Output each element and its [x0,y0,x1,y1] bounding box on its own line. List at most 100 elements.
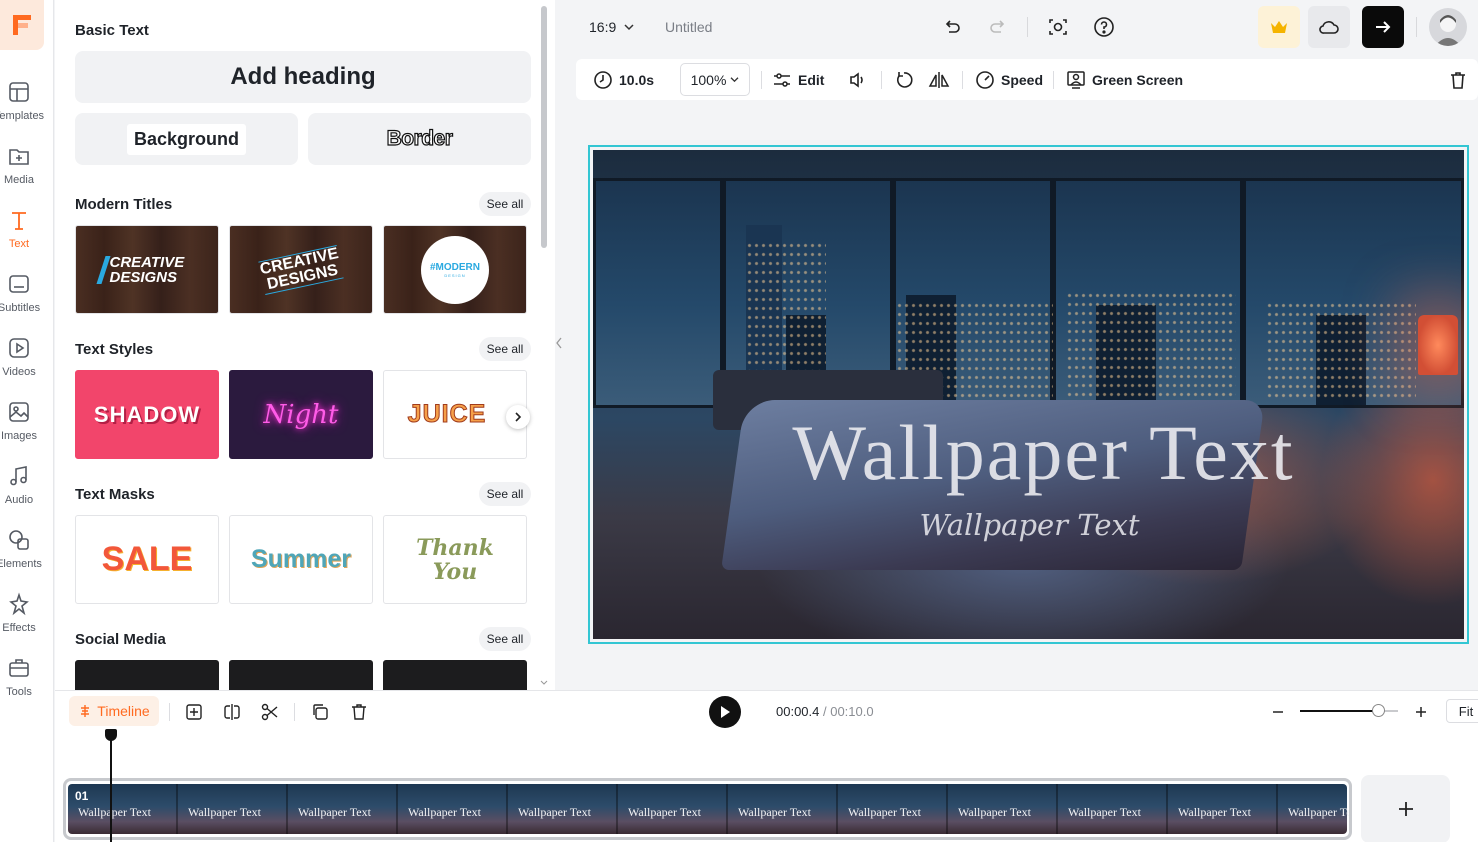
text-style-tile-shadow[interactable]: SHADOW [75,370,219,459]
video-clip[interactable]: 01 Wallpaper Text Wallpaper Text Wallpaper… [63,778,1352,840]
duplicate-button[interactable] [307,699,333,725]
delete-button[interactable] [346,699,372,725]
split-icon [224,704,240,720]
social-media-tile-3[interactable] [383,660,527,690]
redo-button[interactable] [985,14,1011,40]
templates-icon [9,82,29,102]
tile-text: #MODERN [429,261,480,273]
divider [294,703,295,721]
play-icon [721,706,730,718]
text-mask-tile-thankyou[interactable]: Thank You [383,515,527,604]
panel-scrollbar[interactable] [541,6,547,248]
duration-button[interactable]: 10.0s [593,59,654,100]
rail-audio[interactable]: Audio [0,462,54,522]
rail-elements[interactable]: Elements [0,526,54,586]
minus-icon [1273,711,1283,713]
green-screen-button[interactable]: Green Screen [1066,59,1183,100]
divider [761,71,762,89]
avatar[interactable] [1429,8,1467,46]
divider [1027,17,1028,37]
rotate-button[interactable] [894,59,914,100]
add-track-button[interactable] [181,699,207,725]
rail-label: Text [8,238,30,250]
redo-icon [990,20,1005,33]
zoom-select[interactable]: 100% [680,63,750,96]
rail-tools[interactable]: Tools [0,654,54,714]
text-mask-tile-sale[interactable]: SALE [75,515,219,604]
rail-videos[interactable]: Videos [0,334,54,394]
modern-titles-see-all[interactable]: See all [479,192,531,216]
zoom-out-button[interactable] [1265,699,1291,725]
clip-frame-label: Wallpaper Text [408,805,481,819]
chevron-right-icon [515,412,522,422]
rail-label: Images [0,430,38,442]
screen-capture-button[interactable] [1045,14,1071,40]
tile-text: SALE [101,540,193,578]
modern-title-tile-3[interactable]: #MODERN DESIGN [383,225,527,314]
premium-button[interactable] [1258,6,1300,48]
effects-icon [9,592,29,616]
divider [1416,17,1417,37]
cut-button[interactable] [257,699,283,725]
timeline-zoom-slider[interactable] [1300,704,1398,717]
add-heading-button[interactable]: Add heading [75,51,531,103]
social-media-tile-1[interactable] [75,660,219,690]
plus-icon [1398,802,1413,816]
modern-title-tile-2[interactable]: CREATIVE DESIGNS [229,225,373,314]
rail-effects[interactable]: Effects [0,590,54,650]
divider [169,703,170,721]
background-text-button[interactable]: Background [75,113,298,165]
undo-button[interactable] [939,14,965,40]
delete-clip-button[interactable] [1448,59,1468,100]
cloud-save-button[interactable] [1308,6,1350,48]
modern-title-tile-1[interactable]: CREATIVE DESIGNS [75,225,219,314]
text-styles-see-all[interactable]: See all [479,337,531,361]
export-button[interactable] [1362,6,1404,48]
total-time: 00:10.0 [830,704,874,719]
volume-button[interactable] [848,59,868,100]
canvas-heading-text[interactable]: Wallpaper Text [593,408,1464,498]
play-button[interactable] [709,696,741,728]
clip-frame-label: Wallpaper Text [848,805,921,819]
rail-subtitles[interactable]: Subtitles [0,270,54,330]
text-style-tile-night[interactable]: Night [229,370,373,459]
playhead[interactable] [110,735,112,842]
help-icon [1094,17,1114,37]
split-button[interactable] [219,699,245,725]
zoom-in-button[interactable] [1408,699,1434,725]
fit-button[interactable]: Fit [1446,699,1478,723]
clip-frame-label: Wallpaper Text [1178,805,1251,819]
text-masks-see-all[interactable]: See all [479,482,531,506]
project-name[interactable]: Untitled [665,19,712,35]
text-styles-next-button[interactable] [506,405,530,429]
clip-frame-label: Wallpaper Text [958,805,1031,819]
rail-images[interactable]: Images [0,398,54,458]
help-button[interactable] [1091,14,1117,40]
social-media-tile-2[interactable] [229,660,373,690]
city-lights [1066,291,1236,401]
text-styles-title: Text Styles [75,341,154,358]
aspect-ratio-select[interactable]: 16:9 [589,19,634,35]
add-clip-button[interactable] [1361,775,1450,842]
app-logo[interactable] [0,0,44,50]
flip-button[interactable] [928,59,950,100]
edit-button[interactable]: Edit [772,59,824,100]
clip-frame-label: Wallpaper Text [298,805,371,819]
border-text-button[interactable]: Border [308,113,531,165]
rail-text[interactable]: Text [0,206,54,266]
zoom-slider-handle[interactable] [1372,704,1386,717]
canvas-subheading-text[interactable]: Wallpaper Text [593,508,1464,542]
collapse-panel-icon[interactable] [555,316,564,370]
timeline-tab[interactable]: Timeline [69,696,159,726]
scroll-down-icon[interactable] [540,680,548,686]
social-media-see-all[interactable]: See all [479,627,531,651]
canvas-selection-frame[interactable]: Wallpaper Text Wallpaper Text [588,145,1469,644]
rail-templates[interactable]: Templates [0,78,54,138]
undo-icon [945,20,960,33]
text-mask-tile-summer[interactable]: Summer [229,515,373,604]
rail-media[interactable]: Media [0,142,54,202]
speed-button[interactable]: Speed [975,59,1043,100]
playhead-handle[interactable] [105,729,117,741]
video-canvas[interactable]: Wallpaper Text Wallpaper Text [593,150,1464,639]
left-rail: Templates Media Text Subtitles Videos Im… [0,0,54,842]
